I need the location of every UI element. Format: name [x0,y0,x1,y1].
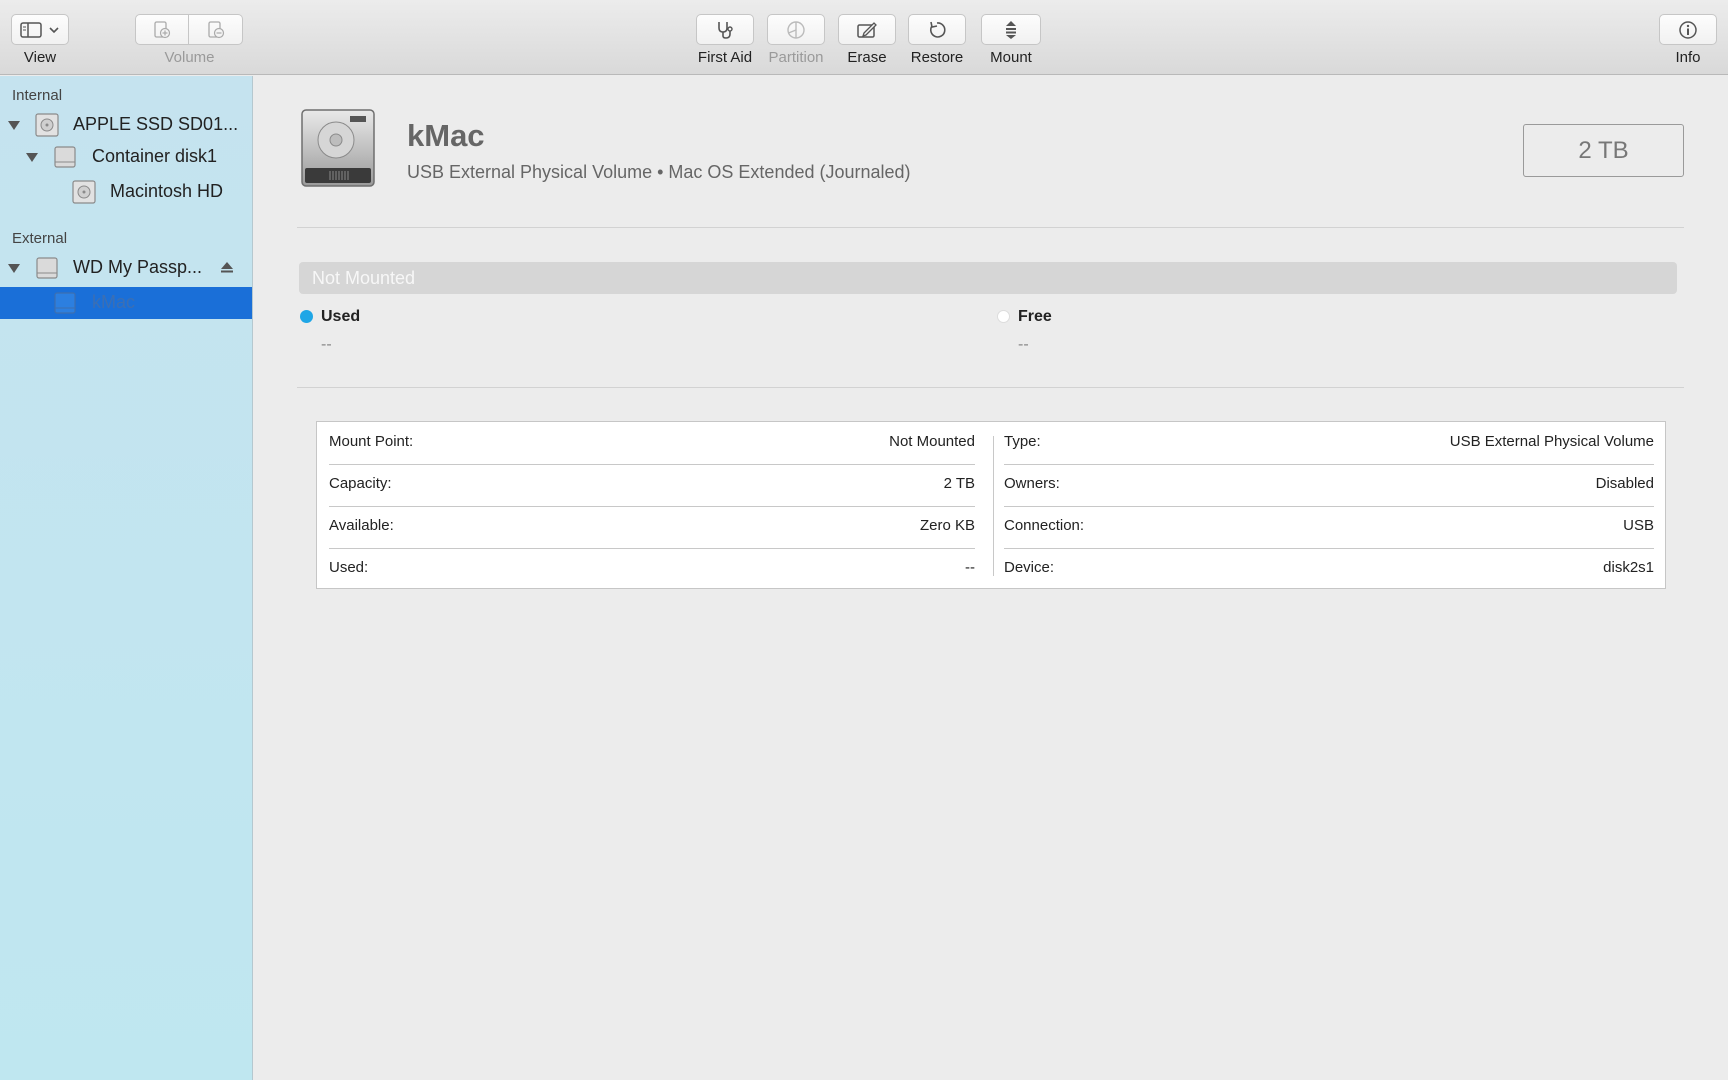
sidebar-item-label: APPLE SSD SD01... [73,114,239,134]
container-drive-icon [54,146,76,168]
first-aid-label: First Aid [697,49,753,66]
restore-arrow-icon [929,21,946,38]
erase-label: Erase [847,49,887,66]
volume-subtitle: USB External Physical Volume • Mac OS Ex… [407,162,911,182]
sidebar-item-label: Container disk1 [92,146,218,166]
info-key: Device: [1004,558,1055,576]
column-divider [993,436,994,576]
restore-control[interactable]: Restore [908,14,966,66]
external-header: External [12,230,68,247]
info-control[interactable]: Info [1659,14,1717,66]
free-value: -- [1018,336,1029,353]
hard-drive-icon [301,109,375,187]
sidebar-toggle-icon [20,21,59,38]
info-row-mount-point: Mount Point: Not Mounted [329,422,975,460]
info-table: Mount Point: Not Mounted Capacity: 2 TB … [316,421,1666,589]
mount-icon [1006,20,1016,39]
volume-size-badge: 2 TB [1523,124,1684,177]
info-key: Available: [329,516,394,534]
internal-header: Internal [12,87,63,104]
info-row-owners: Owners: Disabled [1004,464,1654,502]
internal-drive-icon [72,180,96,204]
used-value: -- [321,336,332,353]
mount-button[interactable] [981,14,1041,45]
info-label: Info [1675,49,1701,66]
first-aid-button[interactable] [696,14,754,45]
volume-label: Volume [164,49,215,66]
disclosure-triangle-icon[interactable] [8,264,20,273]
pie-chart-icon [787,20,805,39]
erase-icon [857,21,877,38]
disclosure-triangle-icon[interactable] [8,121,20,130]
free-label: Free [1018,308,1052,325]
info-key: Used: [329,558,369,576]
volume-segment [135,14,244,45]
disclosure-triangle-icon[interactable] [26,153,38,162]
view-button[interactable] [11,14,69,45]
sidebar: Internal APPLE SSD SD01... Container dis… [0,76,253,1080]
info-row-device: Device: disk2s1 [1004,548,1654,586]
internal-drive-icon [35,113,59,137]
info-key: Capacity: [329,474,392,492]
erase-control[interactable]: Erase [838,14,896,66]
info-key: Connection: [1004,516,1085,534]
restore-label: Restore [910,49,964,66]
info-value: Zero KB [919,516,975,534]
partition-control[interactable]: Partition [767,14,825,66]
info-button[interactable] [1659,14,1717,45]
external-drive-icon [36,257,58,279]
sidebar-item-label: Macintosh HD [110,181,224,201]
info-value: Not Mounted [889,432,975,450]
sidebar-item-macintosh-hd[interactable]: Macintosh HD [0,176,252,208]
remove-volume-button[interactable] [189,14,243,45]
first-aid-control[interactable]: First Aid [696,14,754,66]
sidebar-item-label: WD My Passp... [73,257,203,277]
info-row-capacity: Capacity: 2 TB [329,464,975,502]
info-row-connection: Connection: USB [1004,506,1654,544]
sidebar-item-wd-my-passport[interactable]: WD My Passp... [0,252,252,284]
info-value: USB External Physical Volume [1449,432,1654,450]
usage-bar: Not Mounted [299,262,1677,294]
sidebar-item-apple-ssd[interactable]: APPLE SSD SD01... [0,109,252,141]
mount-control[interactable]: Mount [981,14,1041,66]
remove-volume-icon [207,20,224,38]
info-value: disk2s1 [1603,558,1654,576]
sidebar-item-label: kMac [92,292,136,312]
info-value: USB [1623,516,1654,534]
info-value: Disabled [1595,474,1654,492]
mount-label: Mount [990,49,1032,66]
volume-icon [54,292,76,314]
partition-button[interactable] [767,14,825,45]
restore-button[interactable] [908,14,966,45]
info-row-type: Type: USB External Physical Volume [1004,422,1654,460]
info-row-available: Available: Zero KB [329,506,975,544]
divider [297,387,1684,388]
info-value: -- [965,558,975,576]
info-key: Type: [1004,432,1041,450]
free-color-dot [997,310,1010,323]
sidebar-item-kmac[interactable]: kMac [0,287,252,319]
stethoscope-icon [718,21,733,39]
volume-name: kMac [407,118,485,153]
add-volume-icon [154,20,171,38]
info-key: Mount Point: [329,432,414,450]
info-icon [1679,20,1697,39]
used-label: Used [321,308,361,325]
view-label: View [23,49,57,66]
erase-button[interactable] [838,14,896,45]
sidebar-item-container-disk1[interactable]: Container disk1 [0,141,252,173]
divider [297,227,1684,228]
info-value: 2 TB [943,474,975,492]
add-volume-button[interactable] [135,14,189,45]
toolbar: View Volume First Aid Partition Erase Re… [0,0,1728,75]
view-control[interactable]: View [11,14,69,66]
info-row-used: Used: -- [329,548,975,586]
used-color-dot [300,310,313,323]
eject-icon[interactable] [220,260,234,274]
volume-control: Volume [135,14,244,66]
main-content: kMac USB External Physical Volume • Mac … [254,76,1728,1080]
info-key: Owners: [1004,474,1060,492]
partition-label: Partition [768,49,824,66]
